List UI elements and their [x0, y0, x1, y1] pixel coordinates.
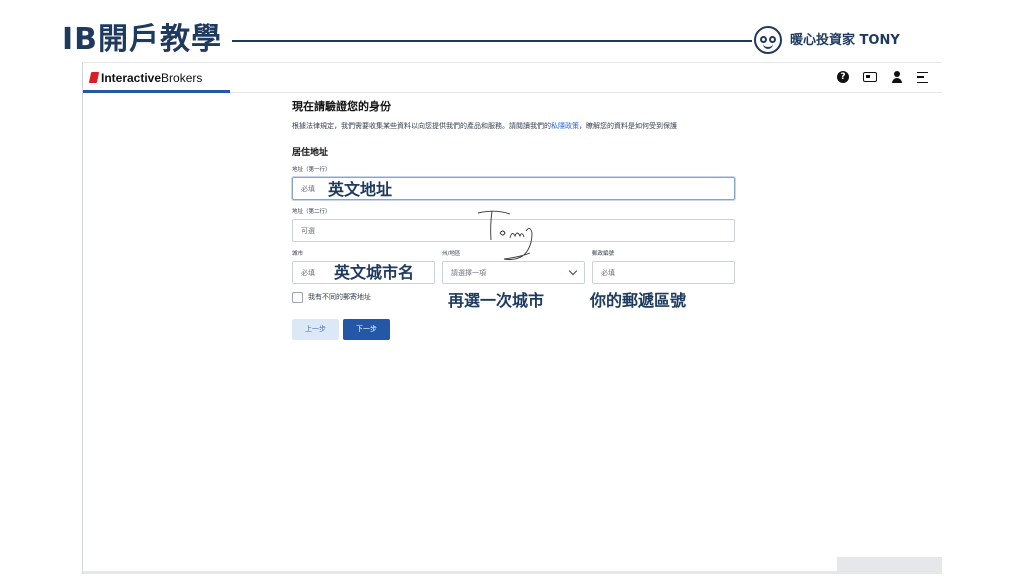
- postal-placeholder: 必填: [601, 269, 615, 277]
- brand-name: 暖心投資家 TONY: [790, 33, 900, 48]
- brand-face-icon: [754, 26, 782, 54]
- handwritten-signature: [477, 210, 533, 260]
- mailing-address-checkbox[interactable]: [292, 292, 303, 303]
- ib-logo[interactable]: InteractiveBrokers: [88, 71, 203, 85]
- menu-icon[interactable]: [917, 71, 929, 83]
- address1-placeholder: 必填: [301, 185, 315, 193]
- logo-underline: [83, 90, 230, 93]
- privacy-policy-link[interactable]: 私隱政策: [551, 122, 579, 130]
- annotation-address: 英文地址: [328, 180, 393, 199]
- id-card-icon[interactable]: [863, 72, 877, 82]
- ib-logo-mark-icon: [88, 72, 100, 83]
- page-title: 現在請驗證您的身份: [292, 100, 391, 113]
- chevron-down-icon: [568, 266, 578, 276]
- bottom-scroll-area: [83, 571, 942, 574]
- city-label: 城市: [292, 251, 304, 257]
- next-button[interactable]: 下一步: [343, 319, 390, 340]
- page-description: 根據法律規定，我們需要收集某些資料以向您提供我們的產品和服務。請閱讀我們的私隱政…: [292, 121, 677, 131]
- postal-label: 郵政編號: [592, 251, 615, 257]
- slide-divider: [232, 40, 752, 42]
- city-placeholder: 必填: [301, 269, 315, 277]
- app-header: InteractiveBrokers ?: [83, 63, 942, 93]
- state-placeholder: 請選擇一項: [451, 269, 486, 277]
- ib-logo-text-bold: Interactive: [101, 71, 162, 85]
- state-label: 州/地區: [442, 251, 461, 257]
- mailing-address-label[interactable]: 我有不同的郵寄地址: [308, 293, 371, 302]
- description-text: 根據法律規定，我們需要收集某些資料以向您提供我們的產品和服務。請閱讀我們的: [292, 122, 551, 130]
- previous-button[interactable]: 上一步: [292, 319, 339, 340]
- ib-logo-text: Brokers: [161, 71, 203, 85]
- address2-placeholder: 可選: [301, 227, 315, 235]
- annotation-postal: 你的郵遞區號: [590, 291, 687, 310]
- address1-label: 地址（第一行）: [292, 167, 331, 173]
- description-text-end: ，瞭解您的資料是如何受到保護: [579, 122, 677, 130]
- annotation-city: 英文城市名: [334, 263, 415, 282]
- user-icon[interactable]: [891, 71, 903, 83]
- annotation-state: 再選一次城市: [448, 291, 545, 310]
- slide-title: IB開戶教學: [62, 22, 223, 57]
- help-icon[interactable]: ?: [837, 71, 849, 83]
- app-screenshot: InteractiveBrokers ? 現在請驗證您的身份 根據法律規定，我們…: [82, 62, 942, 574]
- section-title: 居住地址: [292, 148, 329, 158]
- address2-label: 地址（第二行）: [292, 209, 331, 215]
- postal-input[interactable]: 必填: [592, 261, 735, 284]
- header-icons: ?: [837, 71, 929, 83]
